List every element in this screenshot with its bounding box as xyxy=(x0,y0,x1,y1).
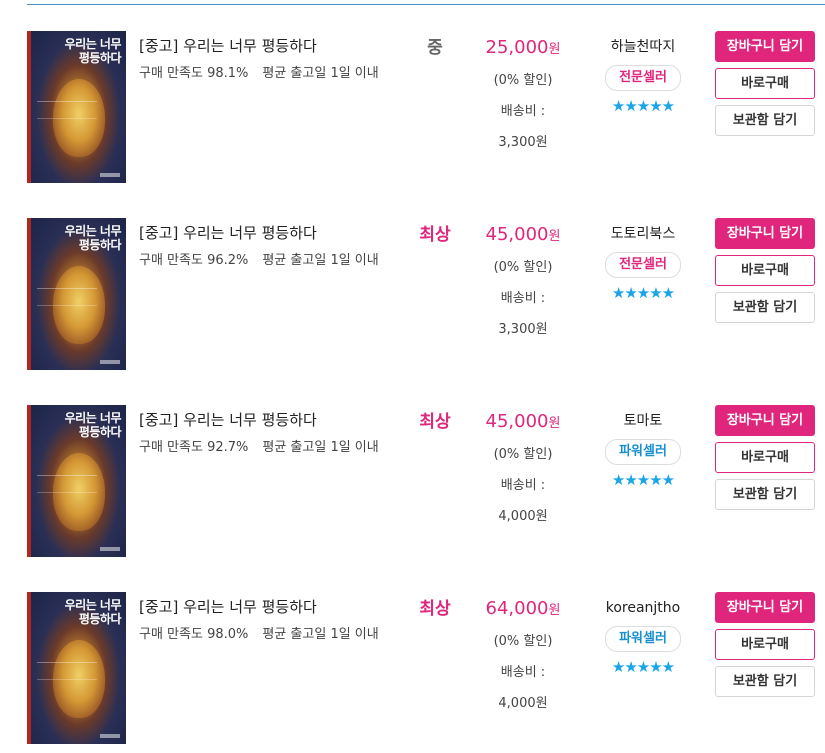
price-value: 45,000 xyxy=(485,411,549,432)
condition-grade: 최상 xyxy=(419,599,451,619)
seller-name[interactable]: 하늘천따지 xyxy=(588,33,698,61)
seller-name[interactable]: 도토리북스 xyxy=(588,220,698,248)
cover-publisher-mark xyxy=(100,734,120,738)
shipping-label: 배송비 : xyxy=(500,478,546,493)
add-to-cart-button[interactable]: 장바구니 담기 xyxy=(715,218,815,249)
listing-meta: 구매 만족도 96.2% 평균 출고일 1일 이내 xyxy=(139,248,389,274)
shipping-label: 배송비 : xyxy=(500,104,546,119)
seller-badge: 전문셀러 xyxy=(605,65,681,91)
price: 64,000원 xyxy=(468,594,578,626)
listing-meta: 구매 만족도 98.0% 평균 출고일 1일 이내 xyxy=(139,622,389,648)
listing-row: 우리는 너무 평등하다 [중고] 우리는 너무 평등하다 구매 만족도 96.2… xyxy=(0,218,825,378)
cover-publisher-mark xyxy=(100,173,120,177)
listing-title[interactable]: [중고] 우리는 너무 평등하다 xyxy=(139,409,317,430)
shipping-avg-text: 평균 출고일 1일 이내 xyxy=(262,66,379,81)
seller-column: 토마토 파워셀러 ★★★★★ xyxy=(588,407,698,489)
condition-grade: 최상 xyxy=(419,412,451,432)
cover-publisher-mark xyxy=(100,360,120,364)
satisfaction-text: 구매 만족도 98.0% xyxy=(139,627,249,642)
seller-rating-stars: ★★★★★ xyxy=(611,658,675,676)
discount-text: (0% 할인) xyxy=(493,447,553,462)
seller-column: 하늘천따지 전문셀러 ★★★★★ xyxy=(588,33,698,115)
buy-now-button[interactable]: 바로구매 xyxy=(715,255,815,286)
add-to-cart-button[interactable]: 장바구니 담기 xyxy=(715,405,815,436)
shipping-fee: 4,000원 xyxy=(498,696,548,711)
price: 25,000원 xyxy=(468,33,578,65)
book-cover-image[interactable]: 우리는 너무 평등하다 xyxy=(27,405,126,557)
price-currency: 원 xyxy=(548,229,561,244)
save-to-wishlist-button[interactable]: 보관함 담기 xyxy=(715,105,815,136)
cover-subtitle-lines xyxy=(37,288,97,306)
price-column: 25,000원 (0% 할인) 배송비 : 3,300원 xyxy=(468,33,578,158)
price-column: 45,000원 (0% 할인) 배송비 : 3,300원 xyxy=(468,220,578,345)
price: 45,000원 xyxy=(468,220,578,252)
cover-subtitle-lines xyxy=(37,475,97,493)
seller-badge: 파워셀러 xyxy=(605,439,681,465)
price-currency: 원 xyxy=(548,416,561,431)
listing-title[interactable]: [중고] 우리는 너무 평등하다 xyxy=(139,596,317,617)
price-column: 45,000원 (0% 할인) 배송비 : 4,000원 xyxy=(468,407,578,532)
cover-publisher-mark xyxy=(100,547,120,551)
condition-grade: 최상 xyxy=(419,225,451,245)
buy-now-button[interactable]: 바로구매 xyxy=(715,68,815,99)
cover-subtitle-lines xyxy=(37,662,97,680)
seller-badge: 전문셀러 xyxy=(605,252,681,278)
add-to-cart-button[interactable]: 장바구니 담기 xyxy=(715,31,815,62)
price-currency: 원 xyxy=(548,603,561,618)
shipping-avg-text: 평균 출고일 1일 이내 xyxy=(262,627,379,642)
buy-now-button[interactable]: 바로구매 xyxy=(715,442,815,473)
listing-title[interactable]: [중고] 우리는 너무 평등하다 xyxy=(139,222,317,243)
save-to-wishlist-button[interactable]: 보관함 담기 xyxy=(715,479,815,510)
seller-name[interactable]: 토마토 xyxy=(588,407,698,435)
cover-title: 우리는 너무 평등하다 xyxy=(64,411,122,439)
shipping-fee: 3,300원 xyxy=(498,322,548,337)
listing-row: 우리는 너무 평등하다 [중고] 우리는 너무 평등하다 구매 만족도 98.0… xyxy=(0,592,825,752)
shipping-fee: 3,300원 xyxy=(498,135,548,150)
buy-now-button[interactable]: 바로구매 xyxy=(715,629,815,660)
cover-title: 우리는 너무 평등하다 xyxy=(64,37,122,65)
seller-column: 도토리북스 전문셀러 ★★★★★ xyxy=(588,220,698,302)
price-value: 25,000 xyxy=(485,37,549,58)
discount-text: (0% 할인) xyxy=(493,73,553,88)
listing-meta: 구매 만족도 98.1% 평균 출고일 1일 이내 xyxy=(139,61,389,87)
save-to-wishlist-button[interactable]: 보관함 담기 xyxy=(715,666,815,697)
price-column: 64,000원 (0% 할인) 배송비 : 4,000원 xyxy=(468,594,578,719)
cover-title: 우리는 너무 평등하다 xyxy=(64,224,122,252)
listing-title[interactable]: [중고] 우리는 너무 평등하다 xyxy=(139,35,317,56)
book-cover-image[interactable]: 우리는 너무 평등하다 xyxy=(27,218,126,370)
satisfaction-text: 구매 만족도 92.7% xyxy=(139,440,249,455)
top-divider xyxy=(27,4,825,5)
shipping-label: 배송비 : xyxy=(500,291,546,306)
seller-name[interactable]: koreanjtho xyxy=(588,594,698,622)
satisfaction-text: 구매 만족도 96.2% xyxy=(139,253,249,268)
seller-rating-stars: ★★★★★ xyxy=(611,284,675,302)
satisfaction-text: 구매 만족도 98.1% xyxy=(139,66,249,81)
book-cover-image[interactable]: 우리는 너무 평등하다 xyxy=(27,592,126,744)
listing-row: 우리는 너무 평등하다 [중고] 우리는 너무 평등하다 구매 만족도 92.7… xyxy=(0,405,825,565)
save-to-wishlist-button[interactable]: 보관함 담기 xyxy=(715,292,815,323)
price-currency: 원 xyxy=(548,42,561,57)
seller-column: koreanjtho 파워셀러 ★★★★★ xyxy=(588,594,698,676)
shipping-fee: 4,000원 xyxy=(498,509,548,524)
add-to-cart-button[interactable]: 장바구니 담기 xyxy=(715,592,815,623)
shipping-avg-text: 평균 출고일 1일 이내 xyxy=(262,253,379,268)
cover-subtitle-lines xyxy=(37,101,97,119)
listing-row: 우리는 너무 평등하다 [중고] 우리는 너무 평등하다 구매 만족도 98.1… xyxy=(0,31,825,191)
price-value: 45,000 xyxy=(485,224,549,245)
price-value: 64,000 xyxy=(485,598,549,619)
price: 45,000원 xyxy=(468,407,578,439)
seller-badge: 파워셀러 xyxy=(605,626,681,652)
seller-rating-stars: ★★★★★ xyxy=(611,471,675,489)
discount-text: (0% 할인) xyxy=(493,634,553,649)
condition-grade: 중 xyxy=(427,38,443,58)
shipping-label: 배송비 : xyxy=(500,665,546,680)
listing-meta: 구매 만족도 92.7% 평균 출고일 1일 이내 xyxy=(139,435,389,461)
book-cover-image[interactable]: 우리는 너무 평등하다 xyxy=(27,31,126,183)
cover-title: 우리는 너무 평등하다 xyxy=(64,598,122,626)
seller-rating-stars: ★★★★★ xyxy=(611,97,675,115)
shipping-avg-text: 평균 출고일 1일 이내 xyxy=(262,440,379,455)
discount-text: (0% 할인) xyxy=(493,260,553,275)
